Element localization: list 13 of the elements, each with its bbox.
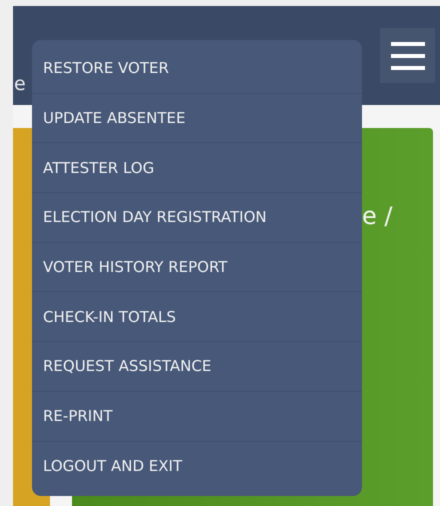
menu-item[interactable]: ATTESTER LOG [32,142,362,192]
menu-item[interactable]: ELECTION DAY REGISTRATION [32,192,362,242]
menu-item[interactable]: UPDATE ABSENTEE [32,92,362,142]
menu-item[interactable]: VOTER HISTORY REPORT [32,242,362,292]
menu-button[interactable] [380,28,435,83]
menu-item[interactable]: LOGOUT AND EXIT [32,440,362,490]
menu-icon [390,42,424,70]
menu-item[interactable]: REQUEST ASSISTANCE [32,341,362,391]
menu-item[interactable]: CHECK-IN TOTALS [32,291,362,342]
header-title: e [14,73,26,95]
card-heading: e / [362,202,392,230]
menu-item[interactable]: RE-PRINT [32,390,362,440]
menu-item[interactable]: RESTORE VOTER [32,43,362,93]
